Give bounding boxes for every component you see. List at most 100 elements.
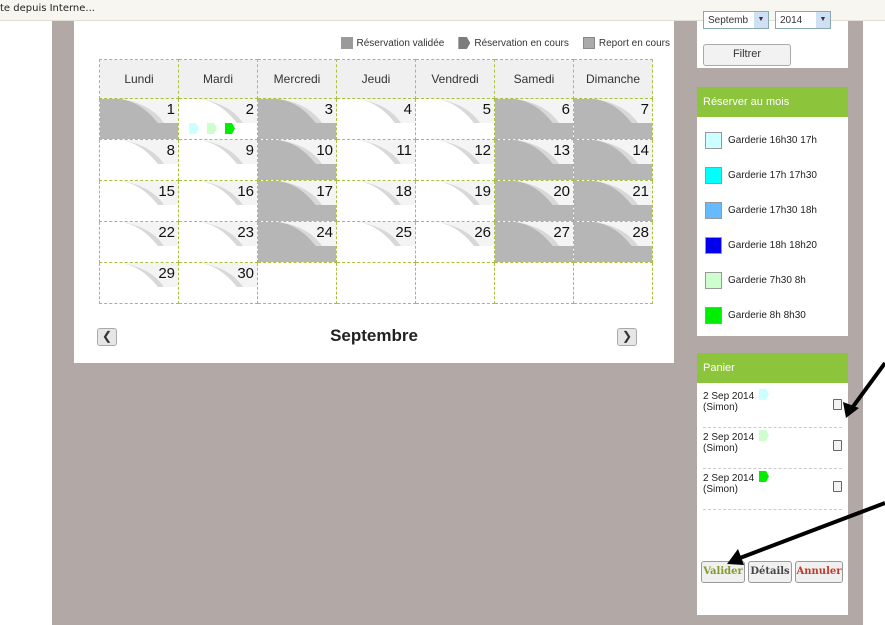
day-cell[interactable]: 26 [415,221,495,263]
day-number: 16 [237,183,254,200]
cart-item-date: 2 Sep 2014 [703,473,755,484]
month-select-value: Septemb [708,15,749,26]
filter-panel: Septemb ▼ 2014 ▼ Filtrer [697,11,848,68]
day-cell[interactable]: 23 [178,221,258,263]
calendar-week-row: 15 16 17 18 19 20 21 [99,180,653,222]
cancel-button[interactable]: Annuler [795,561,843,583]
calendar-week-row: 22 23 24 25 26 27 28 [99,221,653,263]
day-cell[interactable]: 10 [257,139,337,181]
color-swatch[interactable] [705,272,722,289]
report-icon [582,37,595,49]
cart-item-date: 2 Sep 2014 [703,391,755,402]
day-cell[interactable]: 14 [573,139,653,181]
day-cell[interactable]: 16 [178,180,258,222]
day-cell[interactable]: 1 [99,98,179,140]
pending-reservation-icon[interactable] [189,123,199,134]
day-cell[interactable]: 11 [336,139,416,181]
details-button[interactable]: Détails [748,561,792,583]
day-cell[interactable]: 4 [336,98,416,140]
day-cell[interactable]: 9 [178,139,258,181]
day-cell[interactable]: 30 [178,262,258,304]
trash-icon[interactable] [833,440,842,451]
cart-item-child: (Simon) [703,443,739,454]
status-text: te depuis Interne... [0,3,95,14]
day-number: 1 [166,101,175,118]
filter-button[interactable]: Filtrer [703,44,791,66]
color-swatch[interactable] [705,202,722,219]
garderie-option[interactable]: Garderie 17h30 18h [697,193,848,228]
day-number: 28 [632,224,649,241]
garderie-label: Garderie 7h30 8h [728,275,806,286]
reserve-month-title: Réserver au mois [697,87,848,117]
pending-reservation-icon[interactable] [225,123,235,134]
day-number: 22 [158,224,175,241]
day-cell[interactable]: 27 [494,221,574,263]
day-header: Mardi [178,59,258,99]
empty-day-cell [494,262,574,304]
validate-button[interactable]: Valider [701,561,745,583]
day-number: 13 [553,142,570,159]
day-header: Vendredi [415,59,495,99]
day-cell[interactable]: 28 [573,221,653,263]
garderie-label: Garderie 17h30 18h [728,205,817,216]
next-month-button[interactable]: ❯ [617,328,637,346]
calendar-panel: Réservation validée Réservation en cours… [74,21,674,363]
garderie-option[interactable]: Garderie 8h 8h30 [697,298,848,333]
day-number: 11 [396,142,412,159]
day-cell[interactable]: 7 [573,98,653,140]
day-number: 12 [474,142,491,159]
day-number: 21 [632,183,649,200]
cart-title: Panier [697,353,848,383]
day-cell[interactable]: 19 [415,180,495,222]
chevron-down-icon[interactable]: ▼ [754,12,768,28]
color-swatch[interactable] [705,132,722,149]
day-number: 25 [395,224,412,241]
day-cell[interactable]: 2 [178,98,258,140]
day-cell[interactable]: 5 [415,98,495,140]
trash-icon[interactable] [833,481,842,492]
day-cell[interactable]: 18 [336,180,416,222]
reserve-month-panel: Réserver au mois Garderie 16h30 17h Garde… [697,87,848,336]
day-cell[interactable]: 13 [494,139,574,181]
legend-report-label: Report en cours [598,37,670,49]
day-cell[interactable]: 8 [99,139,179,181]
color-swatch[interactable] [705,237,722,254]
empty-day-cell [573,262,653,304]
garderie-option[interactable]: Garderie 7h30 8h [697,263,848,298]
day-cell[interactable]: 17 [257,180,337,222]
garderie-label: Garderie 16h30 17h [728,135,817,146]
day-cell[interactable]: 21 [573,180,653,222]
empty-day-cell [415,262,495,304]
day-cell[interactable]: 6 [494,98,574,140]
calendar-header-row: Lundi Mardi Mercredi Jeudi Vendredi Samedi Dim… [99,59,653,99]
calendar-week-row: 1 2 3 4 5 6 7 [99,98,653,140]
garderie-option[interactable]: Garderie 17h 17h30 [697,158,848,193]
day-cell[interactable]: 12 [415,139,495,181]
color-swatch[interactable] [705,307,722,324]
day-number: 27 [553,224,570,241]
day-cell[interactable]: 3 [257,98,337,140]
color-swatch[interactable] [705,167,722,184]
day-cell[interactable]: 20 [494,180,574,222]
cart-item: 2 Sep 2014 (Simon) [703,428,842,469]
day-cell[interactable]: 25 [336,221,416,263]
day-cell[interactable]: 15 [99,180,179,222]
day-number: 26 [474,224,491,241]
calendar-week-row: 8 9 10 11 12 13 14 [99,139,653,181]
garderie-option[interactable]: Garderie 18h 18h20 [697,228,848,263]
day-number: 23 [237,224,254,241]
day-number: 7 [640,101,649,118]
day-cell[interactable]: 29 [99,262,179,304]
legend-validated-label: Réservation validée [356,37,445,49]
day-number: 2 [245,101,254,118]
garderie-option[interactable]: Garderie 16h30 17h [697,123,848,158]
day-number: 10 [316,142,333,159]
trash-icon[interactable] [833,399,842,410]
reservation-icons [189,123,235,134]
day-cell[interactable]: 22 [99,221,179,263]
day-cell[interactable]: 24 [257,221,337,263]
chevron-down-icon[interactable]: ▼ [816,12,830,28]
month-select[interactable]: Septemb ▼ [703,11,769,29]
year-select[interactable]: 2014 ▼ [775,11,831,29]
pending-reservation-icon[interactable] [207,123,217,134]
